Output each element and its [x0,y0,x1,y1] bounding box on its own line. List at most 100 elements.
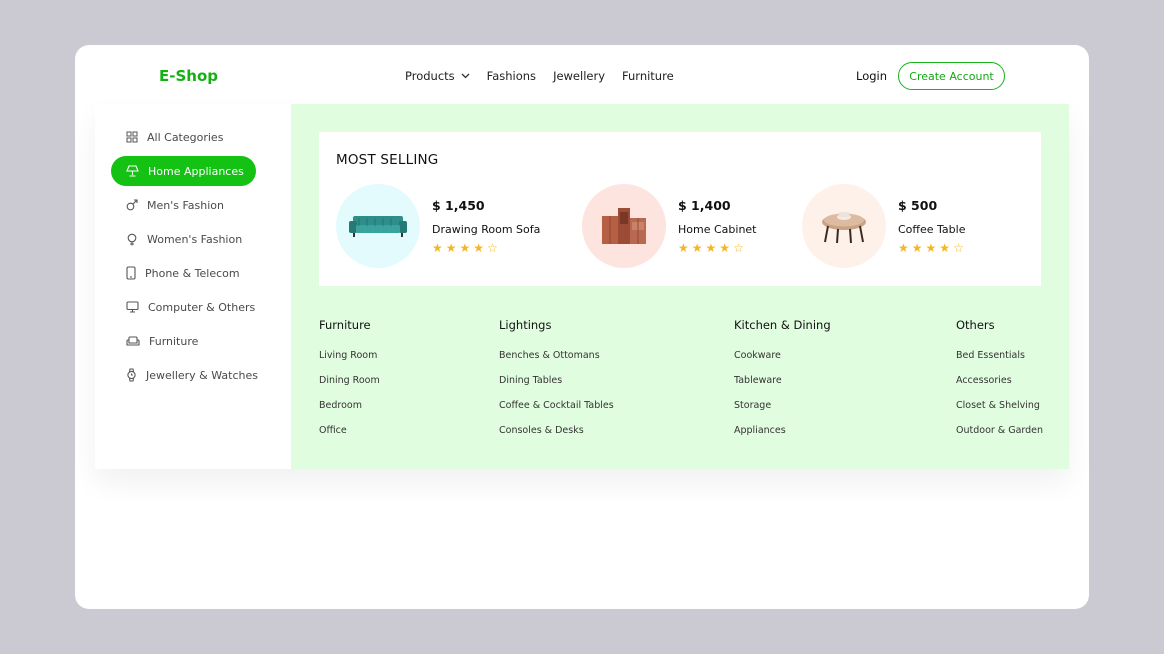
category-column-others: Others Bed Essentials Accessories Closet… [956,318,1043,450]
sidebar-item-mens-fashion[interactable]: Men's Fashion [111,190,256,220]
star-filled-icon: ★ [691,241,703,255]
product-price: $ 1,450 [432,198,485,213]
star-filled-icon: ★ [925,241,937,255]
product-image-cabinet[interactable] [582,184,666,268]
product-price: $ 500 [898,198,938,213]
star-empty-icon: ☆ [733,241,744,255]
category-link[interactable]: Bed Essentials [956,350,1043,361]
nav-furniture[interactable]: Furniture [622,69,674,83]
product-card[interactable]: $ 1,400 Home Cabinet ★ ★ ★ ★ ☆ [582,184,757,268]
star-rating: ★ ★ ★ ★ ☆ [898,242,967,254]
category-link[interactable]: Cookware [734,350,831,361]
logo[interactable]: E-Shop [159,67,218,85]
coffee-table-illustration [822,212,866,244]
star-filled-icon: ★ [678,241,689,255]
category-link[interactable]: Dining Room [319,375,380,386]
star-empty-icon: ☆ [953,241,964,255]
female-icon [127,233,137,245]
sidebar-item-womens-fashion[interactable]: Women's Fashion [111,224,256,254]
product-card[interactable]: $ 1,450 Drawing Room Sofa ★ ★ ★ ★ ☆ [336,184,540,268]
product-image-coffee-table[interactable] [802,184,886,268]
sidebar-item-computer-others[interactable]: Computer & Others [111,292,256,322]
star-filled-icon: ★ [719,241,731,255]
monitor-icon [126,301,139,313]
star-filled-icon: ★ [432,241,443,255]
category-link[interactable]: Dining Tables [499,375,614,386]
sidebar-item-label: Computer & Others [148,300,256,314]
category-link[interactable]: Appliances [734,425,831,436]
category-panel: MOST SELLING $ 1,450 Drawing Room Sofa ★… [291,104,1069,469]
category-link[interactable]: Tableware [734,375,831,386]
products-mega-menu: All Categories Home Appliances Men's Fas… [95,104,1069,469]
sidebar-item-label: Phone & Telecom [145,266,240,280]
product-info: $ 1,400 Home Cabinet ★ ★ ★ ★ ☆ [678,198,757,254]
category-link[interactable]: Living Room [319,350,380,361]
male-icon [126,199,138,211]
create-account-button[interactable]: Create Account [898,62,1005,90]
column-title: Furniture [319,318,371,332]
sidebar-item-furniture[interactable]: Furniture [111,326,256,356]
star-filled-icon: ★ [705,241,717,255]
nav-jewellery[interactable]: Jewellery [553,69,605,83]
most-selling-box: MOST SELLING $ 1,450 Drawing Room Sofa ★… [319,132,1041,286]
star-filled-icon: ★ [445,241,457,255]
cabinet-illustration [602,208,646,244]
category-link[interactable]: Accessories [956,375,1043,386]
product-name[interactable]: Drawing Room Sofa [432,223,540,236]
sidebar-item-label: Women's Fashion [147,232,243,246]
most-selling-title: MOST SELLING [336,152,439,168]
nav-products[interactable]: Products [405,69,470,83]
product-info: $ 1,450 Drawing Room Sofa ★ ★ ★ ★ ☆ [432,198,540,254]
sidebar-item-label: Jewellery & Watches [146,368,259,382]
category-link[interactable]: Storage [734,400,831,411]
column-title: Kitchen & Dining [734,318,831,332]
star-filled-icon: ★ [911,241,923,255]
category-link[interactable]: Outdoor & Garden [956,425,1043,436]
watch-icon [127,368,136,382]
product-name[interactable]: Coffee Table [898,223,967,236]
sidebar-item-label: Furniture [149,334,199,348]
product-name[interactable]: Home Cabinet [678,223,757,236]
star-rating: ★ ★ ★ ★ ☆ [432,242,540,254]
sofa-illustration [349,216,407,237]
star-filled-icon: ★ [473,241,485,255]
category-link[interactable]: Closet & Shelving [956,400,1043,411]
category-link[interactable]: Office [319,425,380,436]
category-link[interactable]: Consoles & Desks [499,425,614,436]
top-nav: Products Fashions Jewellery Furniture [405,69,691,83]
chevron-down-icon [461,73,470,79]
product-info: $ 500 Coffee Table ★ ★ ★ ★ ☆ [898,198,967,254]
category-column-furniture: Furniture Living Room Dining Room Bedroo… [319,318,380,450]
nav-products-label: Products [405,69,455,83]
star-filled-icon: ★ [939,241,951,255]
category-link[interactable]: Coffee & Cocktail Tables [499,400,614,411]
sidebar-item-all-categories[interactable]: All Categories [111,122,256,152]
category-column-kitchen-dining: Kitchen & Dining Cookware Tableware Stor… [734,318,831,450]
star-empty-icon: ☆ [487,241,498,255]
sidebar-item-label: Men's Fashion [147,198,224,212]
sidebar-item-phone-telecom[interactable]: Phone & Telecom [111,258,256,288]
category-column-lightings: Lightings Benches & Ottomans Dining Tabl… [499,318,614,450]
product-price: $ 1,400 [678,198,731,213]
main-card: E-Shop Products Fashions Jewellery Furni… [75,45,1089,609]
sidebar-item-home-appliances[interactable]: Home Appliances [111,156,256,186]
column-title: Lightings [499,318,552,332]
grid-icon [126,131,138,143]
product-card[interactable]: $ 500 Coffee Table ★ ★ ★ ★ ☆ [802,184,967,268]
star-rating: ★ ★ ★ ★ ☆ [678,242,757,254]
sidebar-item-jewellery-watches[interactable]: Jewellery & Watches [111,360,259,390]
nav-fashions[interactable]: Fashions [487,69,536,83]
sidebar-item-label: Home Appliances [148,164,244,178]
star-filled-icon: ★ [898,241,909,255]
sofa-icon [126,335,140,346]
category-link[interactable]: Benches & Ottomans [499,350,614,361]
phone-icon [126,266,136,280]
login-link[interactable]: Login [856,69,887,83]
column-title: Others [956,318,995,332]
sidebar-item-label: All Categories [147,130,224,144]
category-link[interactable]: Bedroom [319,400,380,411]
category-sidebar: All Categories Home Appliances Men's Fas… [95,104,291,469]
lamp-icon [126,165,139,177]
star-filled-icon: ★ [459,241,471,255]
product-image-sofa[interactable] [336,184,420,268]
